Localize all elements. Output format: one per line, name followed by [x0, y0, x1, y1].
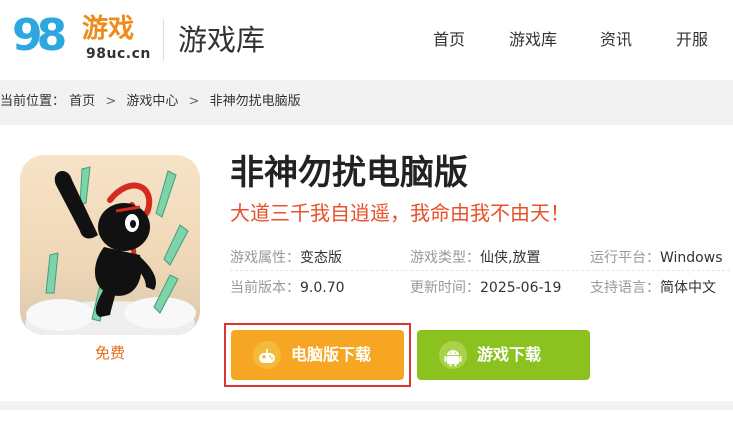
price-tag: 免费	[94, 344, 125, 362]
breadcrumb: 当前位置： 首页 > 游戏中心 > 非神勿扰电脑版	[0, 92, 301, 112]
game-icon	[20, 155, 200, 335]
game-slogan: 大道三千我自逍遥，我命由我不由天！	[230, 201, 570, 225]
nav-home[interactable]: 首页	[433, 29, 465, 51]
meta-value: 9.0.70	[300, 280, 345, 296]
meta-type: 游戏类型：仙侠,放置	[410, 247, 540, 269]
meta-row: 当前版本：9.0.70 更新时间：2025-06-19 支持语言：简体中文	[230, 277, 730, 301]
meta-language: 支持语言：简体中文	[590, 277, 716, 299]
breadcrumb-separator: >	[188, 94, 200, 109]
meta-label: 更新时间：	[410, 280, 480, 296]
game-download-label: 游戏下载	[477, 345, 542, 364]
nav-game-library[interactable]: 游戏库	[509, 29, 557, 51]
meta-label: 当前版本：	[230, 280, 300, 296]
android-icon	[439, 341, 467, 369]
meta-label: 游戏类型：	[410, 250, 480, 266]
breadcrumb-prefix: 当前位置：	[0, 94, 66, 109]
pc-download-button[interactable]: 电脑版下载	[231, 330, 404, 380]
breadcrumb-current: 非神勿扰电脑版	[209, 94, 301, 109]
breadcrumb-separator: >	[105, 94, 117, 109]
logo-digits: 98	[12, 10, 67, 62]
meta-label: 运行平台：	[590, 250, 660, 266]
breadcrumb-home[interactable]: 首页	[69, 94, 95, 109]
pc-download-label: 电脑版下载	[291, 345, 372, 364]
meta-label: 支持语言：	[590, 280, 660, 296]
meta-updated: 更新时间：2025-06-19	[410, 277, 561, 299]
meta-platform: 运行平台：Windows	[590, 247, 723, 269]
nav-news[interactable]: 资讯	[600, 29, 632, 51]
header-divider	[163, 19, 164, 61]
game-artwork	[20, 155, 200, 335]
gamepad-icon	[253, 341, 281, 369]
next-section	[0, 410, 733, 441]
logo-domain: 98uc.cn	[86, 46, 151, 62]
nav-servers[interactable]: 开服	[676, 29, 708, 51]
meta-label: 游戏属性：	[230, 250, 300, 266]
site-logo[interactable]: 98 游戏 98uc.cn	[12, 10, 152, 68]
meta-value: 简体中文	[660, 280, 716, 296]
game-detail-card: 免费 非神勿扰电脑版 大道三千我自逍遥，我命由我不由天！ 游戏属性：变态版 游戏…	[0, 125, 733, 401]
meta-value: Windows	[660, 250, 723, 266]
meta-value: 仙侠,放置	[480, 250, 541, 266]
meta-value: 2025-06-19	[480, 280, 562, 296]
logo-digits-text: 98	[12, 10, 67, 61]
breadcrumb-game-center[interactable]: 游戏中心	[126, 94, 178, 109]
meta-version: 当前版本：9.0.70	[230, 277, 345, 299]
game-download-button[interactable]: 游戏下载	[417, 330, 590, 380]
game-title: 非神勿扰电脑版	[230, 153, 468, 193]
logo-brand: 游戏	[82, 14, 135, 44]
meta-value: 变态版	[300, 250, 342, 266]
meta-row: 游戏属性：变态版 游戏类型：仙侠,放置 运行平台：Windows	[230, 247, 730, 271]
site-header: 98 游戏 98uc.cn 游戏库 首页 游戏库 资讯 开服	[0, 0, 733, 80]
section-title: 游戏库	[178, 23, 266, 57]
meta-attribute: 游戏属性：变态版	[230, 247, 342, 269]
